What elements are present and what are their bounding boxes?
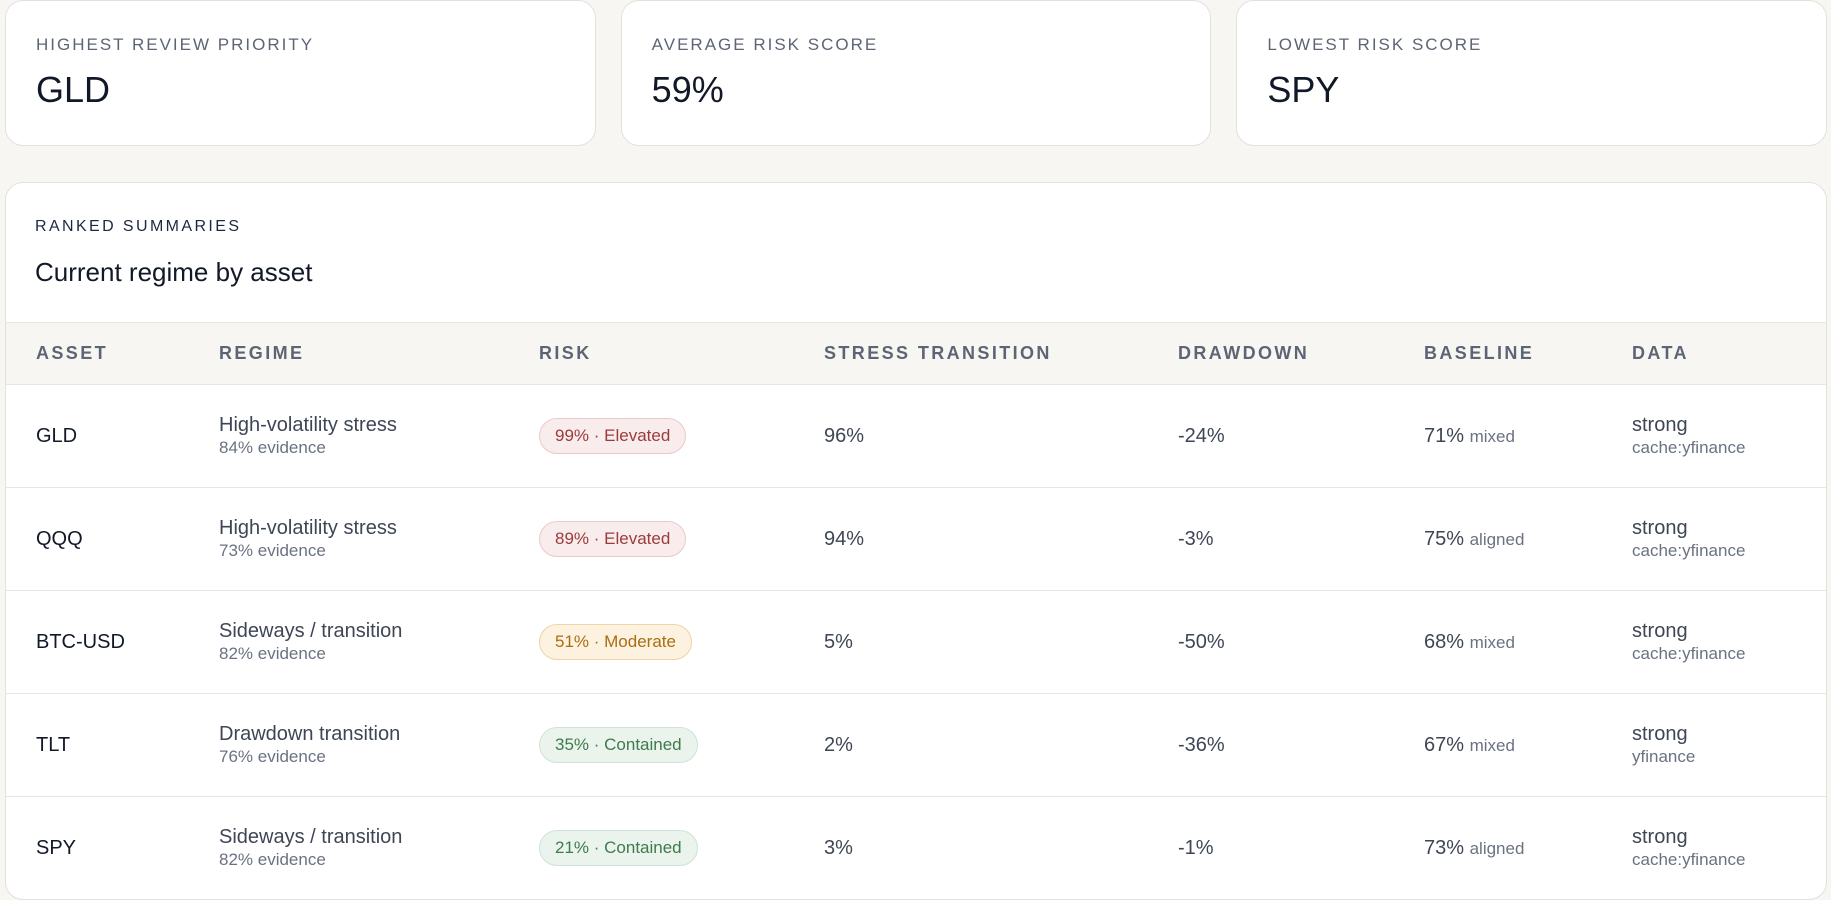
stress-transition-value: 94% bbox=[824, 487, 1178, 591]
asset-name: BTC-USD bbox=[36, 630, 125, 653]
regime-evidence: 73% evidence bbox=[219, 541, 326, 560]
regime-label: High-volatility stress bbox=[219, 517, 397, 539]
table-row: GLD High-volatility stress 84% evidence … bbox=[6, 384, 1826, 488]
table-row: BTC-USD Sideways / transition 82% eviden… bbox=[6, 590, 1826, 694]
column-header-regime: REGIME bbox=[219, 322, 539, 385]
baseline-value: 73% bbox=[1424, 836, 1465, 859]
regime-label: Sideways / transition bbox=[219, 826, 403, 849]
baseline-value: 75% bbox=[1424, 527, 1465, 550]
baseline-tag: mixed bbox=[1469, 426, 1515, 446]
data-quality: strong bbox=[1632, 414, 1688, 436]
drawdown-value: -3% bbox=[1178, 487, 1424, 591]
risk-badge: 99% · Elevated bbox=[539, 418, 687, 454]
column-header-risk: RISK bbox=[539, 322, 824, 385]
data-source: cache:yfinance bbox=[1632, 644, 1746, 663]
drawdown-value: -1% bbox=[1178, 836, 1214, 859]
risk-badge: 89% · Elevated bbox=[539, 521, 687, 557]
table-row: SPY Sideways / transition 82% evidence 2… bbox=[6, 797, 1826, 900]
risk-badge: 21% · Contained bbox=[539, 830, 698, 867]
data-source: cache:yfinance bbox=[1632, 850, 1746, 870]
summary-label: LOWEST RISK SCORE bbox=[1267, 35, 1483, 54]
table-row: TLT Drawdown transition 76% evidence 35%… bbox=[6, 693, 1826, 797]
data-quality: strong bbox=[1632, 826, 1688, 849]
asset-name: GLD bbox=[36, 424, 78, 447]
regime-evidence: 76% evidence bbox=[219, 747, 326, 766]
regime-label: High-volatility stress bbox=[219, 414, 397, 436]
baseline-value: 68% bbox=[1424, 630, 1465, 653]
panel-kicker: RANKED SUMMARIES bbox=[35, 218, 242, 235]
stress-transition-value: 2% bbox=[824, 693, 1178, 797]
data-source: cache:yfinance bbox=[1632, 438, 1746, 457]
stress-transition-value: 96% bbox=[824, 384, 1178, 488]
summary-label: HIGHEST REVIEW PRIORITY bbox=[36, 35, 315, 54]
baseline-tag: aligned bbox=[1469, 529, 1525, 549]
summary-label: AVERAGE RISK SCORE bbox=[651, 35, 879, 54]
data-quality: strong bbox=[1632, 723, 1688, 745]
summary-card-average-risk: AVERAGE RISK SCORE 59% bbox=[620, 0, 1212, 146]
summary-cards: HIGHEST REVIEW PRIORITY GLD AVERAGE RISK… bbox=[5, 0, 1828, 146]
stress-transition-value: 3% bbox=[824, 836, 853, 859]
risk-badge: 51% · Moderate bbox=[539, 624, 692, 660]
baseline-value: 67% bbox=[1424, 733, 1465, 756]
column-header-stress-transition: STRESS TRANSITION bbox=[824, 322, 1178, 385]
regime-label: Sideways / transition bbox=[219, 620, 403, 642]
data-quality: strong bbox=[1632, 620, 1688, 642]
table-row: QQQ High-volatility stress 73% evidence … bbox=[6, 487, 1826, 591]
data-source: cache:yfinance bbox=[1632, 541, 1746, 560]
baseline-tag: aligned bbox=[1469, 838, 1525, 858]
regime-evidence: 84% evidence bbox=[219, 438, 326, 457]
baseline-tag: mixed bbox=[1469, 632, 1515, 652]
column-header-asset: ASSET bbox=[6, 322, 219, 385]
summary-value: GLD bbox=[36, 69, 111, 110]
risk-badge: 35% · Contained bbox=[539, 727, 698, 763]
drawdown-value: -50% bbox=[1178, 590, 1424, 694]
summary-card-highest-priority: HIGHEST REVIEW PRIORITY GLD bbox=[5, 0, 596, 146]
column-header-baseline: BASELINE bbox=[1424, 322, 1632, 385]
data-source: yfinance bbox=[1632, 747, 1696, 766]
summary-value: 59% bbox=[651, 69, 724, 110]
regime-table: ASSET REGIME RISK STRESS TRANSITION DRAW… bbox=[6, 322, 1826, 900]
summary-value: SPY bbox=[1267, 69, 1340, 110]
ranked-summaries-panel: RANKED SUMMARIES Current regime by asset… bbox=[5, 182, 1827, 900]
panel-title: Current regime by asset bbox=[35, 257, 313, 287]
drawdown-value: -36% bbox=[1178, 693, 1424, 797]
table-header-row: ASSET REGIME RISK STRESS TRANSITION DRAW… bbox=[6, 322, 1826, 385]
drawdown-value: -24% bbox=[1178, 384, 1424, 488]
baseline-tag: mixed bbox=[1469, 735, 1515, 755]
asset-name: TLT bbox=[36, 733, 71, 756]
asset-name: QQQ bbox=[36, 527, 83, 550]
regime-evidence: 82% evidence bbox=[219, 850, 326, 870]
baseline-value: 71% bbox=[1424, 424, 1465, 447]
column-header-drawdown: DRAWDOWN bbox=[1178, 322, 1424, 385]
regime-label: Drawdown transition bbox=[219, 723, 401, 745]
stress-transition-value: 5% bbox=[824, 590, 1178, 694]
regime-evidence: 82% evidence bbox=[219, 644, 326, 663]
asset-name: SPY bbox=[36, 836, 77, 859]
data-quality: strong bbox=[1632, 517, 1688, 539]
column-header-data: DATA bbox=[1632, 322, 1826, 385]
summary-card-lowest-risk: LOWEST RISK SCORE SPY bbox=[1236, 0, 1828, 146]
